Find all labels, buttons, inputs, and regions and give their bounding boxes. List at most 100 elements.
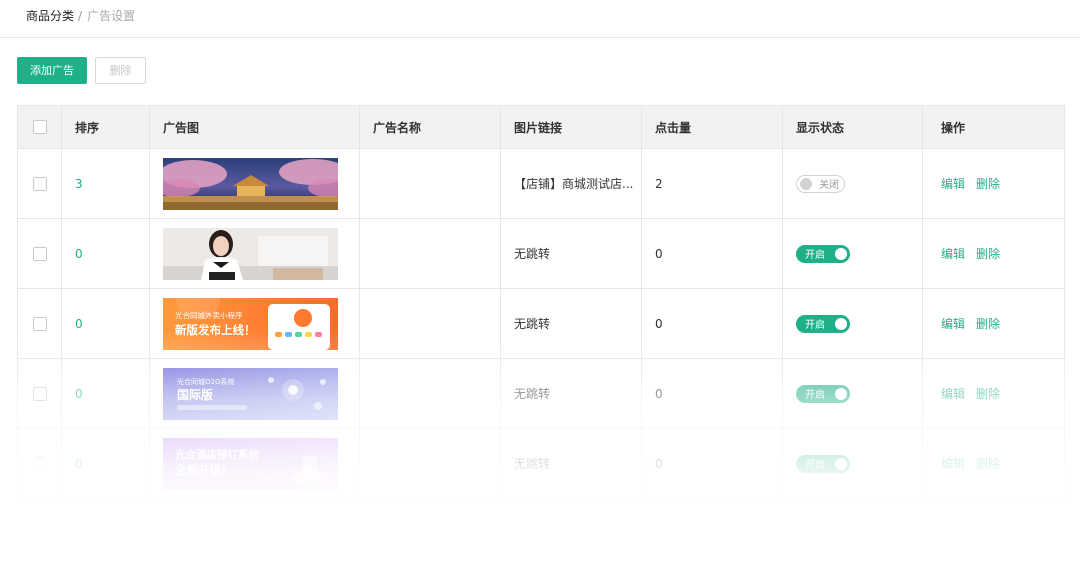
sort-value[interactable]: 0 [75, 317, 83, 331]
image-cell: 光合同城外卖小程序 新版发布上线！ [150, 289, 360, 359]
banner-title: 全新升级！ [174, 463, 233, 477]
breadcrumb-parent[interactable]: 商品分类 [26, 9, 74, 23]
status-toggle[interactable]: 开启 [796, 244, 850, 263]
top-bar: 商品分类 / 广告设置 [0, 0, 1080, 38]
sort-cell: 0 [62, 289, 150, 359]
status-toggle[interactable]: 开启 [796, 314, 850, 333]
delete-link[interactable]: 删除 [976, 455, 1000, 472]
delete-link[interactable]: 删除 [976, 315, 1000, 332]
select-all-checkbox[interactable] [32, 120, 47, 134]
sort-cell: 0 [62, 359, 150, 429]
clicks-cell: 2 [642, 149, 783, 219]
clicks-cell: 0 [642, 289, 783, 359]
header-image: 广告图 [150, 106, 360, 149]
image-cell: 光合同城O2O系统 国际版 [150, 359, 360, 429]
toggle-knob [835, 317, 847, 330]
link-cell: 无跳转 [501, 429, 642, 499]
status-cell: 关闭 [783, 149, 923, 219]
clicks-cell: 0 [642, 429, 783, 499]
delete-link[interactable]: 删除 [976, 385, 1000, 402]
delete-link[interactable]: 删除 [976, 245, 1000, 262]
miniapp-release-banner-image: 光合同城外卖小程序 新版发布上线！ [163, 297, 338, 350]
status-cell: 开启 [783, 289, 923, 359]
image-cell: 光合酒店预订系统 全新升级！ [150, 429, 360, 499]
banner-title: 新版发布上线！ [175, 323, 256, 337]
sort-cell: 3 [62, 149, 150, 219]
sort-value[interactable]: 0 [75, 457, 83, 471]
link-cell: 无跳转 [501, 219, 642, 289]
link-cell: 无跳转 [501, 359, 642, 429]
table-header-row: 排序 广告图 广告名称 图片链接 点击量 显示状态 操作 [18, 106, 1065, 149]
row-checkbox[interactable] [32, 386, 47, 401]
sort-value[interactable]: 0 [75, 247, 83, 261]
banner-subtitle: 光合同城外卖小程序 [175, 310, 243, 320]
name-cell [360, 219, 501, 289]
row-checkbox[interactable] [32, 176, 47, 191]
header-clicks: 点击量 [642, 106, 783, 149]
row-checkbox-cell [18, 219, 62, 289]
status-cell: 开启 [783, 429, 923, 499]
table-row: 0 光合酒店预订系统 全新升级！ 无跳转 0 开启 编辑 删除 [18, 429, 1065, 499]
row-checkbox[interactable] [32, 316, 47, 331]
sort-value[interactable]: 0 [75, 387, 83, 401]
status-cell: 开启 [783, 359, 923, 429]
ad-table: 排序 广告图 广告名称 图片链接 点击量 显示状态 操作 3 【店铺】商城测试店… [17, 105, 1065, 499]
header-name: 广告名称 [360, 106, 501, 149]
table-row: 0 光合同城外卖小程序 新版发布上线！ 无跳转 0 开启 编辑 删除 [18, 289, 1065, 359]
edit-link[interactable]: 编辑 [941, 245, 965, 262]
row-checkbox-cell [18, 289, 62, 359]
header-sort: 排序 [62, 106, 150, 149]
row-checkbox-cell [18, 359, 62, 429]
breadcrumb-separator: / [78, 9, 83, 23]
link-cell: 【店铺】商城测试店... [501, 149, 642, 219]
o2o-international-banner-image: 光合同城O2O系统 国际版 [163, 367, 338, 420]
cherry-blossom-banner-image [163, 157, 338, 210]
toggle-knob [835, 387, 847, 400]
banner-subtitle: 光合酒店预订系统 [174, 448, 259, 461]
sort-cell: 0 [62, 219, 150, 289]
table-row: 0 无跳转 0 开启 编辑 删除 [18, 219, 1065, 289]
link-cell: 无跳转 [501, 289, 642, 359]
clicks-cell: 0 [642, 359, 783, 429]
status-toggle[interactable]: 开启 [796, 384, 850, 403]
status-toggle[interactable]: 关闭 [796, 174, 845, 193]
ops-cell: 编辑 删除 [923, 429, 1065, 499]
table-row: 0 光合同城O2O系统 国际版 无跳转 0 开启 编辑 删除 [18, 359, 1065, 429]
edit-link[interactable]: 编辑 [941, 175, 965, 192]
status-toggle-label: 开启 [805, 460, 825, 471]
delete-button[interactable]: 删除 [95, 57, 146, 84]
name-cell [360, 289, 501, 359]
breadcrumb-current: 广告设置 [87, 9, 136, 23]
header-checkbox-cell [18, 106, 62, 149]
banner-subtitle: 光合同城O2O系统 [177, 377, 234, 386]
row-checkbox-cell [18, 149, 62, 219]
status-toggle[interactable]: 开启 [796, 454, 850, 473]
status-toggle-label: 关闭 [819, 180, 839, 191]
row-checkbox[interactable] [32, 456, 47, 471]
status-toggle-label: 开启 [805, 320, 825, 331]
delete-link[interactable]: 删除 [976, 175, 1000, 192]
toggle-knob [835, 457, 847, 470]
status-cell: 开启 [783, 219, 923, 289]
edit-link[interactable]: 编辑 [941, 315, 965, 332]
name-cell [360, 429, 501, 499]
image-cell [150, 149, 360, 219]
header-link: 图片链接 [501, 106, 642, 149]
breadcrumb: 商品分类 / 广告设置 [26, 9, 135, 23]
add-ad-button[interactable]: 添加广告 [17, 57, 87, 84]
ops-cell: 编辑 删除 [923, 359, 1065, 429]
row-checkbox-cell [18, 429, 62, 499]
ops-cell: 编辑 删除 [923, 149, 1065, 219]
name-cell [360, 359, 501, 429]
toggle-knob [800, 177, 812, 190]
image-cell [150, 219, 360, 289]
edit-link[interactable]: 编辑 [941, 455, 965, 472]
sort-value[interactable]: 3 [75, 177, 83, 191]
status-toggle-label: 开启 [805, 390, 825, 401]
status-toggle-label: 开启 [805, 250, 825, 261]
edit-link[interactable]: 编辑 [941, 385, 965, 402]
ops-cell: 编辑 删除 [923, 219, 1065, 289]
row-checkbox[interactable] [32, 246, 47, 261]
hotel-booking-banner-image: 光合酒店预订系统 全新升级！ [163, 437, 338, 490]
table-row: 3 【店铺】商城测试店... 2 关闭 编辑 删除 [18, 149, 1065, 219]
